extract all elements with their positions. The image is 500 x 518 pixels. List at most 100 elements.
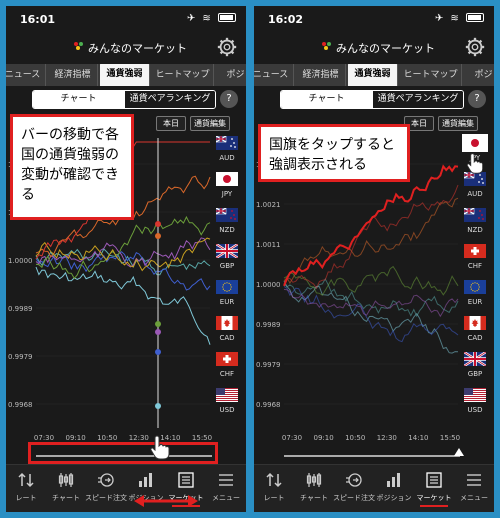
menu-grid-icon <box>219 474 233 486</box>
gear-icon[interactable] <box>216 36 238 58</box>
series-line-aud <box>283 184 459 290</box>
view-segmented-control: チャート 通貨ペアランキング <box>32 90 216 109</box>
x-tick-label: 12:30 <box>377 434 397 442</box>
x-tick-label: 10:50 <box>345 434 365 442</box>
flag-chf-icon <box>216 352 238 366</box>
nav-rate[interactable]: レート <box>254 465 294 511</box>
rate-arrows-icon <box>266 472 282 488</box>
flag-jpy[interactable]: JPY <box>212 172 242 208</box>
tab-currency-strength[interactable]: 通貨強弱 <box>348 64 398 86</box>
nav-speed-order[interactable]: スピード注文 <box>85 465 127 511</box>
drag-direction-arrow-icon <box>134 495 198 507</box>
flag-cad-icon <box>464 316 486 330</box>
segment-pair-ranking[interactable]: 通貨ペアランキング <box>372 91 463 108</box>
status-icons: ✈ ≋ <box>187 12 236 24</box>
tab-heatmap[interactable]: ヒートマップ <box>152 64 214 86</box>
flag-chf[interactable]: CHF <box>212 352 242 388</box>
phone-screen-left: 16:01 ✈ ≋ みんなのマーケット ニュース 経済指標 通貨強弱 ヒートマッ… <box>6 6 246 512</box>
flag-nzd[interactable]: NZD <box>212 208 242 244</box>
slider-highlight-frame <box>28 442 218 464</box>
app-header: みんなのマーケット <box>6 34 246 60</box>
nav-chart[interactable]: チャート <box>294 465 334 511</box>
segment-chart[interactable]: チャート <box>281 91 372 108</box>
flag-cad[interactable]: CAD <box>212 316 242 352</box>
callout-line: 国の通貨強弱の <box>21 147 119 163</box>
flag-chf[interactable]: CHF <box>460 244 490 280</box>
nav-chart[interactable]: チャート <box>46 465 86 511</box>
help-button[interactable]: ? <box>220 90 238 108</box>
cursor-dot-gbp <box>155 321 161 327</box>
x-tick-label: 15:50 <box>440 434 460 442</box>
battery-icon <box>466 13 484 22</box>
flag-aud[interactable]: AUD <box>460 172 490 208</box>
annotation-callout: 国旗をタップすると 強調表示される <box>258 124 410 182</box>
candlestick-icon <box>306 473 322 487</box>
speed-order-icon <box>98 473 114 487</box>
flag-aud-icon <box>464 172 486 186</box>
x-tick-label: 14:10 <box>408 434 428 442</box>
flag-usd[interactable]: USD <box>212 388 242 424</box>
x-tick-label: 07:30 <box>282 434 302 442</box>
tab-position[interactable]: ポジ <box>216 64 246 86</box>
series-line-usd <box>35 266 211 345</box>
cursor-dot-eur <box>155 329 161 335</box>
segment-chart[interactable]: チャート <box>33 91 124 108</box>
flag-eur[interactable]: EUR <box>212 280 242 316</box>
tab-position[interactable]: ポジ <box>464 64 494 86</box>
today-button[interactable]: 本日 <box>156 116 186 131</box>
flag-cad[interactable]: CAD <box>460 316 490 352</box>
edit-currency-button[interactable]: 通貨編集 <box>190 116 230 131</box>
pointer-hand-icon <box>150 435 170 460</box>
cursor-dot-aud <box>155 221 161 227</box>
flag-nzd-icon <box>464 208 486 222</box>
flag-usd[interactable]: USD <box>460 388 490 424</box>
y-tick-label: 0.9979 <box>256 361 281 369</box>
help-button[interactable]: ? <box>468 90 486 108</box>
cursor-dot-nzd <box>155 233 161 239</box>
flag-usd-icon <box>216 388 238 402</box>
edit-currency-button[interactable]: 通貨編集 <box>438 116 478 131</box>
x-tick-label: 10:50 <box>97 434 117 442</box>
nav-label: メニュー <box>212 494 240 502</box>
flag-code-label: CHF <box>219 370 235 378</box>
nav-rate[interactable]: レート <box>6 465 46 511</box>
tab-economic-indicators[interactable]: 経済指標 <box>48 64 98 86</box>
cursor-dot-cad <box>155 349 161 355</box>
nav-menu[interactable]: メニュー <box>206 465 246 511</box>
flag-gbp[interactable]: GBP <box>212 244 242 280</box>
nav-menu[interactable]: メニュー <box>454 465 494 511</box>
flag-eur[interactable]: EUR <box>460 280 490 316</box>
flag-gbp-icon <box>216 244 238 258</box>
cursor-dot-usd <box>155 403 161 409</box>
segment-pair-ranking[interactable]: 通貨ペアランキング <box>124 91 215 108</box>
flag-aud[interactable]: AUD <box>212 136 242 172</box>
candlestick-icon <box>58 473 74 487</box>
flag-jpy-icon <box>462 134 488 152</box>
flag-eur-icon <box>216 280 238 294</box>
position-bars-icon <box>387 473 400 487</box>
flag-code-label: USD <box>219 406 235 414</box>
tab-economic-indicators[interactable]: 経済指標 <box>296 64 346 86</box>
series-line-chf <box>283 277 459 318</box>
flag-gbp-icon <box>464 352 486 366</box>
gear-icon[interactable] <box>464 36 486 58</box>
tab-news[interactable]: ニュース <box>254 64 294 86</box>
flag-code-label: CAD <box>467 334 483 342</box>
nav-market[interactable]: マーケット <box>414 465 454 511</box>
flag-nzd[interactable]: NZD <box>460 208 490 244</box>
tab-heatmap[interactable]: ヒートマップ <box>400 64 462 86</box>
view-segmented-control: チャート 通貨ペアランキング <box>280 90 464 109</box>
time-slider-thumb[interactable] <box>454 448 464 456</box>
flag-code-label: AUD <box>219 154 235 162</box>
flag-gbp[interactable]: GBP <box>460 352 490 388</box>
tab-news[interactable]: ニュース <box>6 64 46 86</box>
tab-currency-strength[interactable]: 通貨強弱 <box>100 64 150 86</box>
time-slider-track[interactable] <box>284 455 460 457</box>
flag-code-label: NZD <box>467 226 483 234</box>
nav-speed-order[interactable]: スピード注文 <box>333 465 375 511</box>
nav-position[interactable]: ポジション <box>374 465 414 511</box>
app-title: みんなのマーケット <box>336 42 435 55</box>
market-news-icon <box>426 472 442 488</box>
flag-code-label: USD <box>467 406 483 414</box>
active-nav-indicator <box>420 505 448 507</box>
